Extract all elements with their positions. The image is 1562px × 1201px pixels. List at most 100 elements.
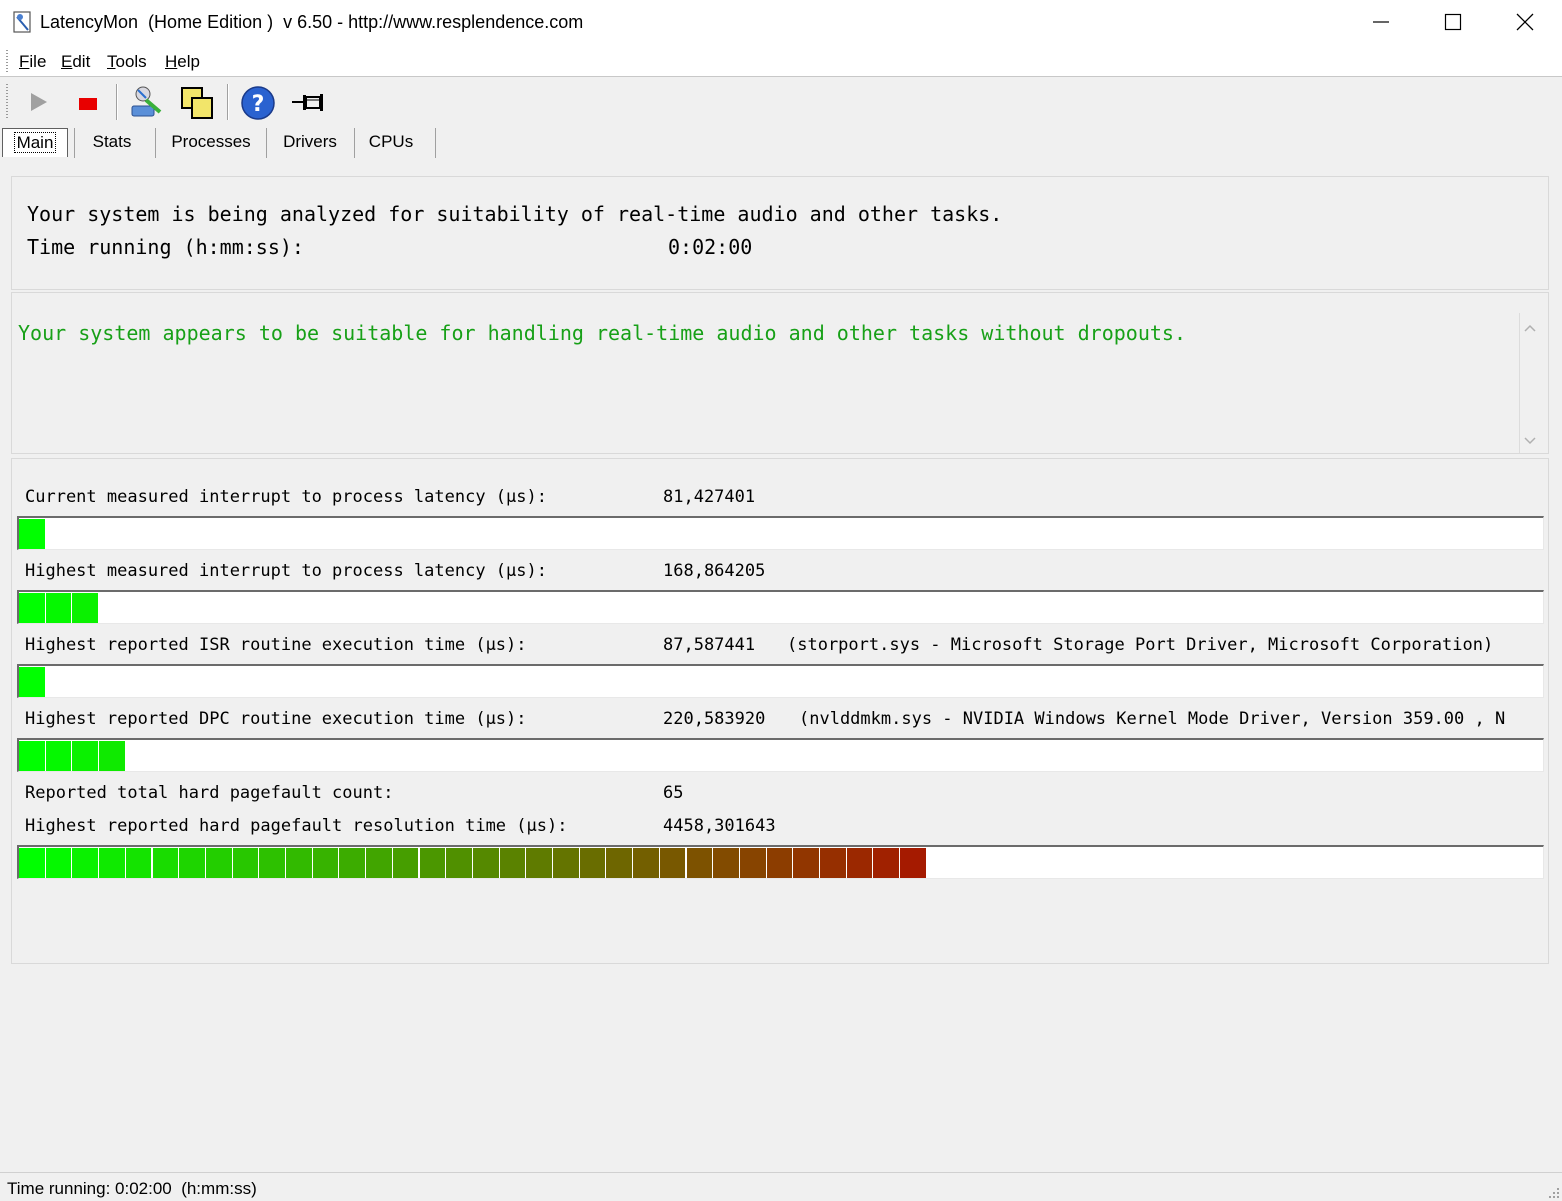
minimize-icon [1373, 21, 1389, 23]
menu-grip [6, 50, 8, 74]
svg-text:?: ? [252, 92, 265, 117]
bar-segment [72, 741, 99, 771]
menu-tools[interactable]: Tools [107, 52, 147, 72]
bar-segment [553, 848, 579, 878]
tab-drivers[interactable]: Drivers [270, 126, 350, 158]
windows-button[interactable] [178, 82, 218, 122]
tab-stats[interactable]: Stats [78, 126, 146, 158]
menu-edit[interactable]: Edit [61, 52, 90, 72]
bar-segment [739, 848, 766, 878]
status-text: Time running: 0:02:00 (h:mm:ss) [7, 1179, 257, 1198]
bar-segment [99, 741, 125, 771]
bar-segment [19, 519, 45, 549]
metrics-panel: Current measured interrupt to process la… [11, 458, 1549, 964]
tab-separator [155, 128, 156, 158]
metric-label: Reported total hard pagefault count: [25, 783, 394, 803]
stop-icon [79, 98, 97, 110]
verdict-panel: Your system appears to be suitable for h… [11, 292, 1549, 454]
metric-label: Highest reported DPC routine execution t… [25, 709, 527, 729]
bar-segment [499, 848, 526, 878]
bar-segment [19, 593, 45, 623]
bar-segment [312, 848, 339, 878]
close-icon [1516, 13, 1534, 31]
bar-segment [713, 848, 739, 878]
metric-label: Current measured interrupt to process la… [25, 487, 547, 507]
time-running-label: Time running (h:mm:ss): [27, 235, 304, 259]
verdict-message: Your system appears to be suitable for h… [18, 321, 1186, 345]
stop-button[interactable] [68, 82, 108, 122]
metric-label: Highest measured interrupt to process la… [25, 561, 547, 581]
start-button[interactable] [19, 82, 59, 122]
toolbar-separator [227, 84, 229, 120]
bar-segment [659, 848, 686, 878]
bar-segment [766, 848, 793, 878]
bar-segment [686, 848, 713, 878]
bar-segment [419, 848, 446, 878]
tab-separator [354, 128, 355, 158]
analysis-text: Your system is being analyzed for suitab… [27, 202, 1003, 226]
bar-segment [45, 848, 72, 878]
metric-value: 87,587441 [663, 635, 756, 655]
title-bar: LatencyMon (Home Edition ) v 6.50 - http… [0, 0, 1562, 46]
metric-bar [17, 738, 1544, 772]
bar-segment [339, 848, 366, 878]
bar-segment [366, 848, 392, 878]
menu-file[interactable]: File [19, 52, 46, 72]
maximize-icon [1444, 13, 1462, 31]
tab-cpus[interactable]: CPUs [358, 126, 424, 158]
toolbar-grip [6, 84, 8, 120]
metric-value: 220,583920 [663, 709, 766, 729]
processes-button[interactable] [126, 82, 166, 122]
tab-separator [435, 128, 436, 158]
close-button[interactable] [1490, 0, 1560, 46]
bar-segment [900, 848, 926, 878]
help-icon: ? [241, 86, 275, 120]
bar-segment [205, 848, 232, 878]
bar-segment [19, 848, 45, 878]
bar-segment [72, 848, 99, 878]
bar-segment [392, 848, 419, 878]
metric-driver-info: (nvlddmkm.sys - NVIDIA Windows Kernel Mo… [799, 709, 1506, 729]
metric-bar [17, 590, 1544, 624]
bar-segment [606, 848, 633, 878]
processes-icon [131, 86, 162, 117]
tab-strip: Main Stats Processes Drivers CPUs [0, 126, 1562, 160]
tab-separator [266, 128, 267, 158]
analysis-panel: Your system is being analyzed for suitab… [11, 176, 1549, 290]
play-icon [31, 93, 47, 111]
help-button[interactable]: ? [238, 82, 278, 122]
bar-segment [820, 848, 846, 878]
tab-main[interactable]: Main [2, 128, 68, 157]
bar-segment [579, 848, 606, 878]
windows-icon [181, 87, 213, 119]
minimize-button[interactable] [1346, 0, 1416, 46]
bar-segment [472, 848, 499, 878]
resize-grip-icon[interactable] [1548, 1187, 1560, 1199]
metric-bar [17, 664, 1544, 698]
scroll-up-icon[interactable] [1520, 317, 1540, 337]
status-bar: Time running: 0:02:00 (h:mm:ss) [0, 1172, 1562, 1201]
bar-segment [526, 848, 552, 878]
bar-segment [99, 848, 125, 878]
window-title: LatencyMon (Home Edition ) v 6.50 - http… [40, 12, 584, 32]
toolbar: ? [0, 78, 1562, 126]
bar-segment [72, 593, 99, 623]
scroll-down-icon[interactable] [1520, 431, 1540, 451]
maximize-button[interactable] [1418, 0, 1488, 46]
pin-icon [292, 94, 323, 111]
bar-segment [179, 848, 205, 878]
tab-processes[interactable]: Processes [160, 126, 262, 158]
pin-button[interactable] [289, 82, 329, 122]
bar-segment [633, 848, 659, 878]
app-icon [13, 11, 31, 33]
metric-label: Highest reported hard pagefault resoluti… [25, 816, 568, 836]
menu-help[interactable]: Help [165, 52, 200, 72]
time-running-value: 0:02:00 [668, 235, 753, 259]
verdict-scrollbar[interactable] [1519, 313, 1540, 453]
bar-segment [19, 741, 45, 771]
bar-segment [19, 667, 45, 697]
bar-segment [286, 848, 312, 878]
bar-segment [846, 848, 873, 878]
metric-value: 65 [663, 783, 684, 803]
bar-segment [152, 848, 179, 878]
